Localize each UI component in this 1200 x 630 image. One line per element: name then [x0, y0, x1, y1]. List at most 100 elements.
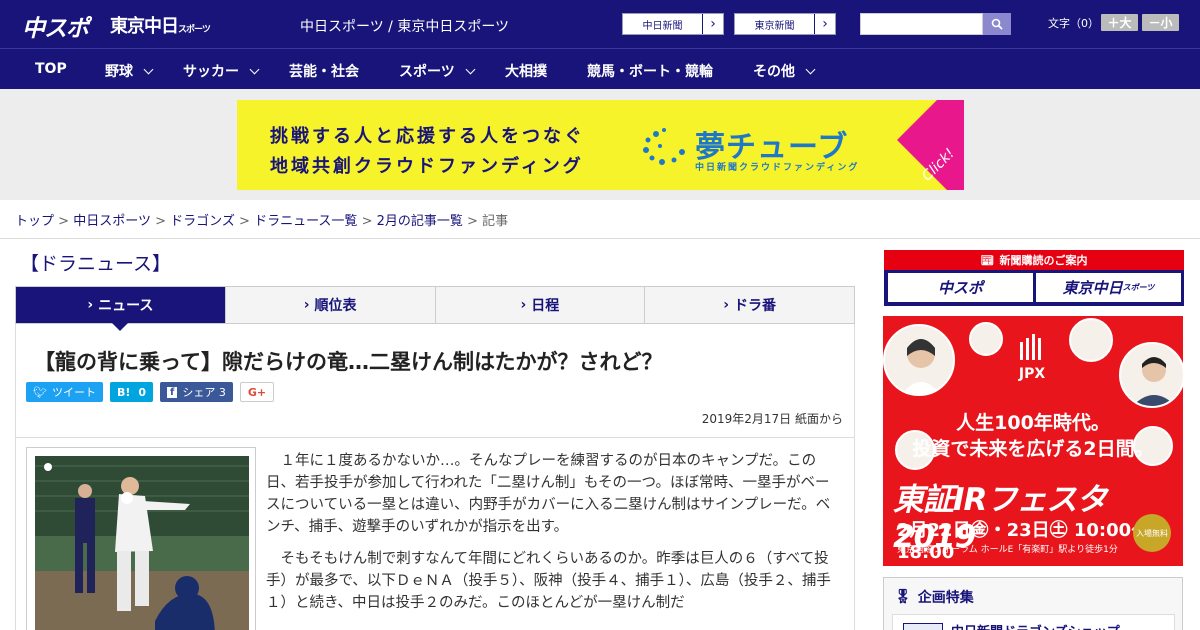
nav-item-sumo[interactable]: 大相撲: [505, 61, 547, 81]
subscribe-tokyo-chunichi[interactable]: 東京中日 スポーツ: [1036, 273, 1181, 302]
chevron-down-icon: [805, 64, 816, 74]
tokyo-chunichi-logo-text: 東京中日: [110, 16, 179, 37]
hatena-button[interactable]: B! 0: [109, 382, 154, 402]
search-icon: [991, 18, 1003, 30]
breadcrumb-sep: >: [361, 214, 373, 229]
section-title: 【ドラニュース】: [20, 253, 172, 275]
tokyo-shimbun-label: 東京新聞: [735, 14, 815, 34]
nav-label: 大相撲: [505, 64, 547, 80]
nav-label: TOP: [35, 61, 67, 77]
tokyo-shimbun-link[interactable]: 東京新聞 ›: [734, 13, 836, 35]
chevron-right-icon: ›: [303, 297, 310, 313]
person-photo-4: [1119, 342, 1183, 408]
nav-label: サッカー: [183, 64, 239, 80]
subscribe-tokyo-chunichi-small: スポーツ: [1122, 283, 1155, 292]
ad-venue: 東京国際フォーラム ホールE「有楽町」駅より徒歩1分: [897, 545, 1118, 555]
chevron-down-icon: [143, 64, 154, 74]
nav-item-soccer[interactable]: サッカー: [183, 61, 260, 81]
chunichi-shimbun-link[interactable]: 中日新聞 ›: [622, 13, 724, 35]
chevron-right-icon: ›: [520, 297, 527, 313]
nav-item-entertainment[interactable]: 芸能・社会: [289, 61, 359, 81]
nav-item-racing[interactable]: 競馬・ボート・競輪: [587, 61, 713, 81]
tokyo-chunichi-logo[interactable]: 東京中日スポーツ: [110, 12, 211, 38]
tab-news[interactable]: › ニュース: [16, 287, 226, 331]
breadcrumb-sep: >: [155, 214, 166, 229]
subscribe-chuspo[interactable]: 中スポ: [888, 273, 1033, 302]
tab-label: ニュース: [98, 298, 154, 314]
article-title: 【龍の背に乗って】隙だらけの竜…二塁けん制はたかが？されど？: [34, 350, 663, 374]
breadcrumb-link[interactable]: 2月の記事一覧: [377, 214, 463, 229]
breadcrumb-current: 記事: [482, 214, 509, 229]
jpx-logo-icon: [1020, 334, 1041, 360]
breadcrumb-link[interactable]: トップ: [15, 214, 54, 229]
article-date: 2019年2月17日 紙面から: [701, 412, 843, 426]
hatena-count: 0: [138, 385, 147, 399]
gplus-button[interactable]: G+: [239, 382, 275, 402]
jpx-ad[interactable]: JPX 人生100年時代。 投資で未来を広げる2日間。 東証IRフェスタ2019…: [883, 316, 1183, 566]
divider: [16, 437, 854, 438]
breadcrumb-sep: >: [58, 214, 70, 229]
search-input[interactable]: [860, 13, 983, 35]
tweet-button[interactable]: 🐦︎ ツイート: [26, 382, 103, 402]
nav-label: その他: [753, 64, 795, 80]
newspaper-icon: 📰︎: [980, 253, 995, 267]
article-photo[interactable]: [26, 447, 256, 630]
nav-item-sports[interactable]: スポーツ: [399, 61, 476, 81]
site-header: 中スポ 東京中日スポーツ 中日スポーツ / 東京中日スポーツ 中日新聞 › 東京新…: [0, 0, 1200, 48]
subscribe-box[interactable]: 📰︎ 新聞購読のご案内 中スポ 東京中日 スポーツ: [884, 250, 1184, 306]
breadcrumb-link[interactable]: 中日スポーツ: [73, 214, 151, 229]
feature-item[interactable]: 中日新聞ドラゴンズショップ: [892, 614, 1175, 630]
breadcrumb-link[interactable]: ドラニュース一覧: [254, 214, 357, 229]
font-smaller-button[interactable]: －小: [1142, 14, 1179, 31]
tab-label: 順位表: [314, 298, 357, 314]
hatena-icon: B!: [116, 385, 131, 399]
medal-icon: 🎖︎: [894, 589, 912, 605]
chuspo-logo[interactable]: 中スポ: [22, 9, 89, 43]
tab-dora-ban[interactable]: › ドラ番: [645, 287, 854, 323]
jpx-logo-text: JPX: [1018, 366, 1046, 382]
feature-title: 企画特集: [917, 590, 974, 606]
gplus-icon: G+: [247, 385, 267, 399]
nav-item-others[interactable]: その他: [753, 61, 816, 81]
ad-line-1: 人生100年時代。: [956, 412, 1110, 434]
nav-label: 競馬・ボート・競輪: [587, 64, 713, 80]
chevron-right-icon: ›: [723, 297, 730, 313]
yume-tube-banner[interactable]: 挑戦する人と応援する人をつなぐ 地域共創クラウドファンディング 夢チューブ 中日…: [237, 100, 964, 190]
nav-item-baseball[interactable]: 野球: [105, 61, 154, 81]
tab-label: ドラ番: [734, 298, 777, 314]
chevron-right-icon: ›: [822, 16, 828, 32]
baseball-photo-image: [35, 456, 249, 630]
tab-label: 日程: [531, 298, 560, 314]
nav-label: スポーツ: [399, 64, 455, 80]
person-photo-3: [1069, 318, 1113, 362]
nav-label: 芸能・社会: [289, 64, 359, 80]
search-button[interactable]: [983, 13, 1011, 35]
chevron-down-icon: [465, 64, 476, 74]
font-larger-button[interactable]: ＋大: [1101, 14, 1138, 31]
dots-logo-icon: [643, 128, 685, 165]
chevron-down-icon: [249, 64, 260, 74]
chevron-right-icon: ›: [710, 16, 716, 32]
nav-item-top[interactable]: TOP: [35, 61, 67, 77]
facebook-icon: f: [167, 386, 178, 398]
feature-box: 🎖︎ 企画特集 中日新聞ドラゴンズショップ: [883, 577, 1183, 630]
article-paragraph: そもそもけん制で刺すなんて年間にどれくらいあるのか。昨季は巨人の６（すべて投手）…: [266, 551, 831, 611]
facebook-share-button[interactable]: f シェア 3: [160, 382, 233, 402]
breadcrumb-link[interactable]: ドラゴンズ: [170, 214, 235, 229]
share-buttons: 🐦︎ ツイート B! 0 f シェア 3 G+: [26, 382, 275, 402]
twitter-icon: 🐦︎: [33, 385, 47, 399]
nav-label: 野球: [105, 64, 133, 80]
tokyo-chunichi-logo-small: スポーツ: [178, 25, 211, 35]
subscribe-tokyo-chunichi-text: 東京中日: [1062, 279, 1123, 297]
article-paragraph: １年に１度あるかないか…。そんなプレーを練習するのが日本のキャンプだ。この日、若…: [266, 453, 831, 535]
facebook-label: シェア: [182, 386, 216, 399]
font-size-label: 文字（0）: [1048, 17, 1099, 30]
subscribe-header-text: 新聞購読のご案内: [999, 254, 1088, 267]
tab-bar: › ニュース › 順位表 › 日程 › ドラ番: [15, 286, 855, 331]
person-photo-2: [969, 322, 1003, 356]
tab-standings[interactable]: › 順位表: [226, 287, 436, 323]
feature-heading: 🎖︎ 企画特集: [894, 587, 974, 607]
site-name: 中日スポーツ / 東京中日スポーツ: [300, 19, 510, 35]
tab-schedule[interactable]: › 日程: [436, 287, 646, 323]
banner-line-1: 挑戦する人と応援する人をつなぐ: [270, 126, 585, 147]
